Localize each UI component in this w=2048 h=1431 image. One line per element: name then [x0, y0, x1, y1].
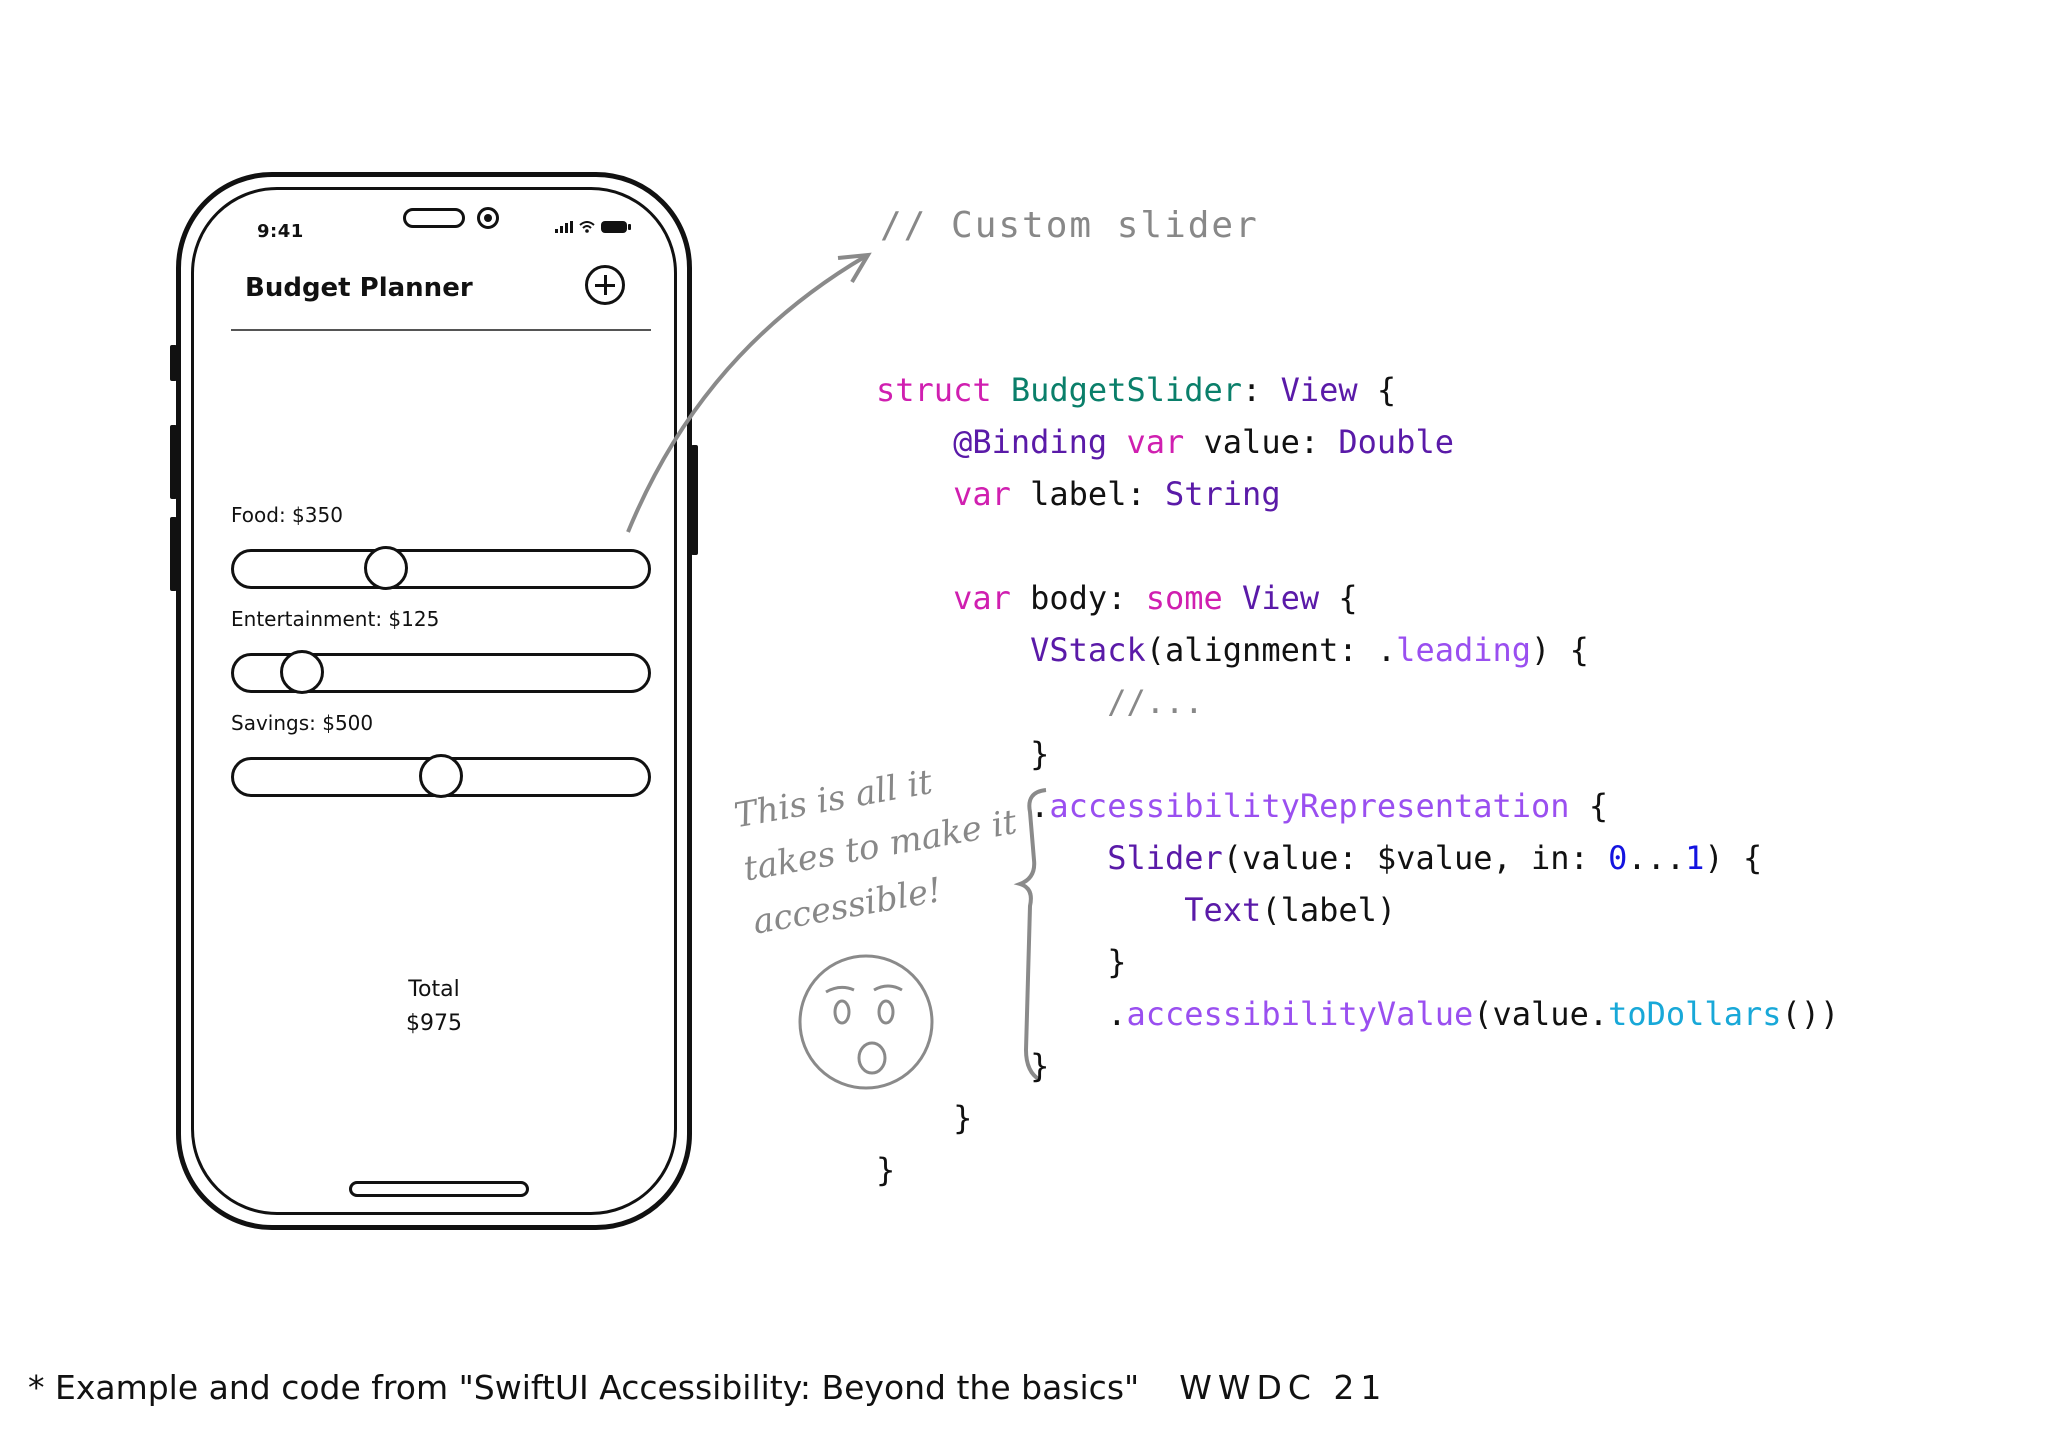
code-token: (value: $value, in: [1222, 839, 1609, 877]
code-line: @Binding var value: Double [876, 416, 1839, 468]
code-line: var label: String [876, 468, 1839, 520]
code-token: value: [1184, 423, 1339, 461]
code-token: Slider [1107, 839, 1223, 877]
budget-slider-food[interactable] [231, 546, 651, 590]
code-block: struct BudgetSlider: View { @Binding var… [876, 364, 1839, 1196]
phone-side-button [170, 425, 177, 499]
phone-power-button [691, 445, 698, 555]
code-token: toDollars [1608, 995, 1782, 1033]
code-token: var [1126, 423, 1185, 461]
code-token: View [1242, 579, 1320, 617]
total-value: $975 [406, 1011, 462, 1036]
slider-thumb[interactable] [419, 754, 463, 798]
code-line: } [876, 1144, 1839, 1196]
footnote-event: WWDC 21 [1179, 1368, 1388, 1407]
total-summary: Total $975 [181, 973, 687, 1041]
code-token: ... [1627, 839, 1686, 877]
budget-slider-savings[interactable] [231, 754, 651, 798]
code-token: } [876, 1099, 973, 1137]
code-token: { [1569, 787, 1609, 825]
code-caption: // Custom slider [880, 205, 1259, 246]
arrow-head [837, 252, 872, 284]
code-token: : [1242, 371, 1281, 409]
status-time: 9:41 [257, 221, 304, 242]
code-line: //... [876, 676, 1839, 728]
slider-label-entertainment: Entertainment: $125 [231, 607, 440, 631]
code-token: (alignment: . [1145, 631, 1397, 669]
total-label: Total [408, 977, 460, 1002]
phone-mockup: 9:41 Budget Planner Food: $350 Entertain… [170, 172, 698, 1230]
camera-icon [477, 207, 499, 229]
slider-label-savings: Savings: $500 [231, 711, 374, 735]
code-line: VStack(alignment: .leading) { [876, 624, 1839, 676]
code-token: ) { [1704, 839, 1763, 877]
code-token: Text [1184, 891, 1262, 929]
code-token: ()) [1781, 995, 1840, 1033]
code-token: (label) [1261, 891, 1397, 929]
slider-thumb[interactable] [363, 546, 408, 590]
code-token: View [1280, 371, 1358, 409]
battery-icon [601, 221, 631, 233]
code-line: } [876, 1092, 1839, 1144]
code-token: 1 [1685, 839, 1705, 877]
code-token: @Binding [953, 423, 1108, 461]
status-icons [555, 221, 631, 233]
code-token: struct [876, 371, 992, 409]
code-token: accessibilityValue [1126, 995, 1474, 1033]
code-line: } [876, 936, 1839, 988]
code-token: . [876, 995, 1127, 1033]
slider-label-food: Food: $350 [231, 503, 343, 527]
home-indicator [349, 1181, 529, 1197]
code-token: } [876, 943, 1127, 981]
code-line: } [876, 728, 1839, 780]
sketch-canvas: 9:41 Budget Planner Food: $350 Entertain… [0, 0, 2048, 1431]
phone-side-button [170, 345, 177, 381]
cell-signal-icon [555, 221, 573, 233]
wifi-icon [579, 221, 595, 233]
code-token: String [1164, 475, 1281, 513]
code-token: label: [1010, 475, 1165, 513]
code-token: VStack [1030, 631, 1146, 669]
footnote-text: * Example and code from "SwiftUI Accessi… [28, 1368, 1140, 1407]
nav-divider [231, 329, 651, 331]
code-token: } [876, 1151, 896, 1189]
plus-circle-icon[interactable] [585, 265, 625, 305]
budget-slider-entertainment[interactable] [231, 650, 651, 694]
speaker-notch [403, 208, 465, 228]
phone-side-button [170, 517, 177, 591]
code-token: var [953, 579, 1011, 617]
code-token: some [1145, 579, 1223, 617]
code-line: struct BudgetSlider: View { [876, 364, 1839, 416]
code-token: } [876, 1047, 1050, 1085]
code-token: { [1319, 579, 1358, 617]
code-token: { [1357, 371, 1397, 409]
code-token: (value. [1473, 995, 1609, 1033]
code-line: .accessibilityValue(value.toDollars()) [876, 988, 1839, 1040]
slider-thumb[interactable] [280, 650, 325, 694]
footnote: * Example and code from "SwiftUI Accessi… [28, 1368, 1387, 1407]
code-token: var [953, 475, 1011, 513]
code-token: ) { [1531, 631, 1589, 669]
code-line: .accessibilityRepresentation { [876, 780, 1839, 832]
code-token: BudgetSlider [1010, 371, 1243, 409]
nav-title: Budget Planner [245, 273, 473, 303]
code-token: //... [1107, 683, 1204, 721]
code-line: } [876, 1040, 1839, 1092]
code-token: 0 [1608, 839, 1628, 877]
code-token: body: [1010, 579, 1146, 617]
code-line: var body: some View { [876, 572, 1839, 624]
code-token: leading [1396, 631, 1532, 669]
phone-screen [191, 187, 677, 1215]
code-token: accessibilityRepresentation [1049, 787, 1570, 825]
code-token: Double [1338, 423, 1454, 461]
